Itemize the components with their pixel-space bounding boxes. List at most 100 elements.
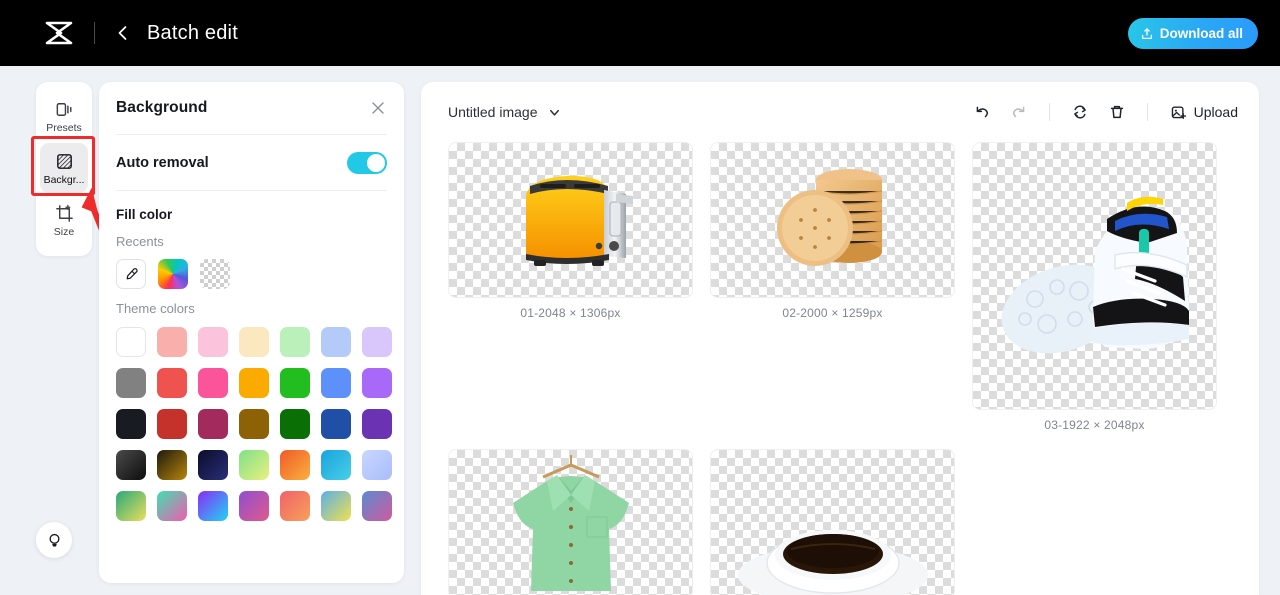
auto-removal-label: Auto removal <box>116 154 209 171</box>
thumbnail-caption: 03-1922 × 2048px <box>1044 418 1145 432</box>
color-swatch-1-5[interactable] <box>321 368 351 398</box>
coffee-cup <box>737 530 928 595</box>
color-swatch-0-1[interactable] <box>157 327 187 357</box>
color-swatch-3-5[interactable] <box>321 450 351 480</box>
sidebar-item-presets[interactable]: Presets <box>40 91 88 141</box>
canvas-toolbar: Untitled image Upload <box>421 82 1259 142</box>
color-swatch-4-0[interactable] <box>116 491 146 521</box>
color-swatch-0-4[interactable] <box>280 327 310 357</box>
thumbnail-caption: 01-2048 × 1306px <box>520 306 621 320</box>
thumbnail-item <box>710 449 955 595</box>
theme-color-grid <box>116 327 392 521</box>
transparent-swatch[interactable] <box>200 259 230 289</box>
color-swatch-3-0[interactable] <box>116 450 146 480</box>
color-swatch-3-3[interactable] <box>239 450 269 480</box>
redo-icon <box>1012 106 1024 118</box>
color-swatch-2-0[interactable] <box>116 409 146 439</box>
color-swatch-1-2[interactable] <box>198 368 228 398</box>
chevron-left-icon[interactable] <box>113 23 133 43</box>
toggle-knob <box>367 153 385 172</box>
download-all-label: Download all <box>1159 26 1243 41</box>
color-swatch-1-6[interactable] <box>362 368 392 398</box>
color-swatch-4-6[interactable] <box>362 491 392 521</box>
background-panel: Background Auto removal Fill color Recen… <box>99 82 404 583</box>
color-swatch-0-3[interactable] <box>239 327 269 357</box>
yellow-toaster <box>525 175 633 266</box>
sidebar-item-label: Size <box>53 225 75 238</box>
color-swatch-0-0[interactable] <box>116 327 146 357</box>
color-swatch-4-1[interactable] <box>157 491 187 521</box>
canvas-area: Untitled image Upload 01-2048 × 1306px 0… <box>421 82 1259 595</box>
trash-icon <box>1110 105 1123 119</box>
color-swatch-1-3[interactable] <box>239 368 269 398</box>
sidebar-item-label: Backgr... <box>43 173 85 186</box>
color-swatch-4-3[interactable] <box>239 491 269 521</box>
color-swatch-1-0[interactable] <box>116 368 146 398</box>
color-swatch-2-4[interactable] <box>280 409 310 439</box>
color-swatch-3-6[interactable] <box>362 450 392 480</box>
color-swatch-2-6[interactable] <box>362 409 392 439</box>
reprocess-button[interactable] <box>1064 96 1096 128</box>
sidebar-item-size[interactable]: Size <box>40 195 88 245</box>
thumbnail-caption: 02-2000 × 1259px <box>782 306 883 320</box>
white-black-sneakers <box>1001 196 1189 353</box>
tips-button[interactable] <box>36 522 72 558</box>
color-swatch-4-2[interactable] <box>198 491 228 521</box>
presets-icon <box>56 102 72 116</box>
upload-label: Upload <box>1193 104 1238 120</box>
auto-removal-toggle[interactable] <box>347 151 387 174</box>
color-swatch-1-1[interactable] <box>157 368 187 398</box>
color-swatch-3-2[interactable] <box>198 450 228 480</box>
top-bar: Batch edit <box>0 0 1280 66</box>
chevron-down-icon[interactable] <box>547 105 562 120</box>
upload-box-icon <box>1141 27 1152 39</box>
thumbnail-item: 02-2000 × 1259px <box>710 142 955 432</box>
eyedropper-icon <box>126 267 138 279</box>
color-swatch-0-2[interactable] <box>198 327 228 357</box>
recents-swatches <box>116 259 387 289</box>
loop-refresh-icon <box>1073 105 1086 119</box>
fill-color-title: Fill color <box>116 207 173 222</box>
header-divider <box>94 22 95 44</box>
color-swatch-0-6[interactable] <box>362 327 392 357</box>
capcut-logo-icon[interactable] <box>44 20 74 46</box>
upload-button[interactable]: Upload <box>1162 104 1242 121</box>
theme-colors-label: Theme colors <box>116 301 195 316</box>
auto-removal-row: Auto removal <box>99 135 404 190</box>
color-swatch-1-4[interactable] <box>280 368 310 398</box>
thumbnail-image-sneakers[interactable] <box>972 142 1217 410</box>
color-swatch-2-1[interactable] <box>157 409 187 439</box>
color-wheel-swatch[interactable] <box>158 259 188 289</box>
color-swatch-4-4[interactable] <box>280 491 310 521</box>
thumbnail-item: 01-2048 × 1306px <box>448 142 693 432</box>
eyedropper-swatch[interactable] <box>116 259 146 289</box>
thumbnail-image-shirt[interactable] <box>448 449 693 595</box>
undo-button[interactable] <box>966 96 998 128</box>
document-name[interactable]: Untitled image <box>448 104 538 120</box>
recents-label: Recents <box>116 234 164 249</box>
thumbnail-image-coffee[interactable] <box>710 449 955 595</box>
color-swatch-2-5[interactable] <box>321 409 351 439</box>
thumbnail-item <box>448 449 693 595</box>
green-shirt-on-hanger <box>512 455 629 591</box>
color-swatch-4-5[interactable] <box>321 491 351 521</box>
stacked-biscuits <box>776 169 882 266</box>
color-swatch-2-3[interactable] <box>239 409 269 439</box>
thumbnail-item: 03-1922 × 2048px <box>972 142 1217 432</box>
redo-button[interactable] <box>1003 96 1035 128</box>
thumbnail-image-biscuits[interactable] <box>710 142 955 298</box>
canvas-tool-group: Upload <box>966 96 1242 128</box>
thumbnail-image-toaster[interactable] <box>448 142 693 298</box>
download-all-button[interactable]: Download all <box>1127 18 1258 49</box>
color-swatch-3-1[interactable] <box>157 450 187 480</box>
delete-button[interactable] <box>1101 96 1133 128</box>
image-plus-icon <box>1171 106 1186 119</box>
close-icon[interactable] <box>369 99 387 117</box>
toolbar-divider-1 <box>1048 103 1050 121</box>
toolbar-divider-2 <box>1146 103 1148 121</box>
sidebar-item-label: Presets <box>46 121 82 134</box>
color-swatch-2-2[interactable] <box>198 409 228 439</box>
color-swatch-0-5[interactable] <box>321 327 351 357</box>
color-swatch-3-4[interactable] <box>280 450 310 480</box>
sidebar-item-background[interactable]: Backgr... <box>40 143 88 193</box>
